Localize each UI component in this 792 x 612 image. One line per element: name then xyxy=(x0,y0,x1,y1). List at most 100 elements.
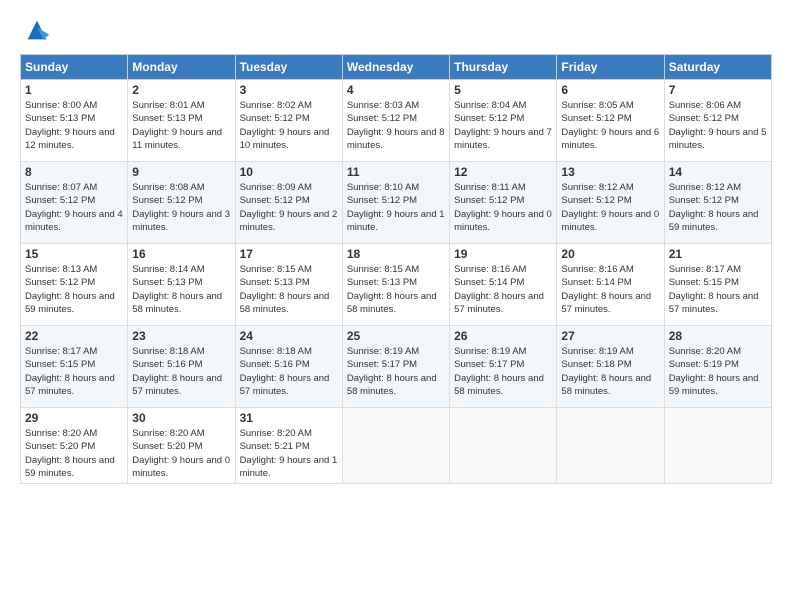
daylight-text: Daylight: 8 hours and 58 minutes. xyxy=(132,290,230,317)
day-number: 19 xyxy=(454,247,552,261)
day-info: Sunrise: 8:16 AM Sunset: 5:14 PM Dayligh… xyxy=(561,263,659,316)
sunset-text: Sunset: 5:17 PM xyxy=(454,358,552,371)
day-number: 3 xyxy=(240,83,338,97)
day-info: Sunrise: 8:18 AM Sunset: 5:16 PM Dayligh… xyxy=(240,345,338,398)
sunset-text: Sunset: 5:16 PM xyxy=(132,358,230,371)
sunrise-text: Sunrise: 8:18 AM xyxy=(132,345,230,358)
day-info: Sunrise: 8:18 AM Sunset: 5:16 PM Dayligh… xyxy=(132,345,230,398)
day-info: Sunrise: 8:19 AM Sunset: 5:18 PM Dayligh… xyxy=(561,345,659,398)
day-info: Sunrise: 8:14 AM Sunset: 5:13 PM Dayligh… xyxy=(132,263,230,316)
day-info: Sunrise: 8:07 AM Sunset: 5:12 PM Dayligh… xyxy=(25,181,123,234)
day-number: 14 xyxy=(669,165,767,179)
day-info: Sunrise: 8:01 AM Sunset: 5:13 PM Dayligh… xyxy=(132,99,230,152)
day-number: 1 xyxy=(25,83,123,97)
sunrise-text: Sunrise: 8:20 AM xyxy=(25,427,123,440)
day-info: Sunrise: 8:12 AM Sunset: 5:12 PM Dayligh… xyxy=(561,181,659,234)
daylight-text: Daylight: 9 hours and 0 minutes. xyxy=(561,208,659,235)
calendar-cell: 13 Sunrise: 8:12 AM Sunset: 5:12 PM Dayl… xyxy=(557,162,664,244)
day-info: Sunrise: 8:15 AM Sunset: 5:13 PM Dayligh… xyxy=(347,263,445,316)
calendar-week-3: 15 Sunrise: 8:13 AM Sunset: 5:12 PM Dayl… xyxy=(21,244,772,326)
sunrise-text: Sunrise: 8:12 AM xyxy=(669,181,767,194)
calendar-cell: 9 Sunrise: 8:08 AM Sunset: 5:12 PM Dayli… xyxy=(128,162,235,244)
sunset-text: Sunset: 5:12 PM xyxy=(561,194,659,207)
day-info: Sunrise: 8:17 AM Sunset: 5:15 PM Dayligh… xyxy=(25,345,123,398)
daylight-text: Daylight: 8 hours and 57 minutes. xyxy=(25,372,123,399)
calendar-cell: 10 Sunrise: 8:09 AM Sunset: 5:12 PM Dayl… xyxy=(235,162,342,244)
sunrise-text: Sunrise: 8:15 AM xyxy=(347,263,445,276)
day-info: Sunrise: 8:15 AM Sunset: 5:13 PM Dayligh… xyxy=(240,263,338,316)
daylight-text: Daylight: 9 hours and 1 minute. xyxy=(347,208,445,235)
sunrise-text: Sunrise: 8:08 AM xyxy=(132,181,230,194)
calendar-cell: 17 Sunrise: 8:15 AM Sunset: 5:13 PM Dayl… xyxy=(235,244,342,326)
calendar-cell: 1 Sunrise: 8:00 AM Sunset: 5:13 PM Dayli… xyxy=(21,80,128,162)
day-info: Sunrise: 8:19 AM Sunset: 5:17 PM Dayligh… xyxy=(347,345,445,398)
daylight-text: Daylight: 9 hours and 3 minutes. xyxy=(132,208,230,235)
sunset-text: Sunset: 5:16 PM xyxy=(240,358,338,371)
sunset-text: Sunset: 5:19 PM xyxy=(669,358,767,371)
sunrise-text: Sunrise: 8:00 AM xyxy=(25,99,123,112)
sunrise-text: Sunrise: 8:14 AM xyxy=(132,263,230,276)
daylight-text: Daylight: 9 hours and 6 minutes. xyxy=(561,126,659,153)
daylight-text: Daylight: 8 hours and 57 minutes. xyxy=(669,290,767,317)
day-info: Sunrise: 8:10 AM Sunset: 5:12 PM Dayligh… xyxy=(347,181,445,234)
day-number: 2 xyxy=(132,83,230,97)
sunrise-text: Sunrise: 8:05 AM xyxy=(561,99,659,112)
daylight-text: Daylight: 8 hours and 58 minutes. xyxy=(240,290,338,317)
header xyxy=(20,16,772,44)
sunset-text: Sunset: 5:20 PM xyxy=(132,440,230,453)
day-number: 27 xyxy=(561,329,659,343)
day-number: 21 xyxy=(669,247,767,261)
daylight-text: Daylight: 8 hours and 57 minutes. xyxy=(454,290,552,317)
calendar-cell: 28 Sunrise: 8:20 AM Sunset: 5:19 PM Dayl… xyxy=(664,326,771,408)
sunrise-text: Sunrise: 8:16 AM xyxy=(561,263,659,276)
daylight-text: Daylight: 8 hours and 58 minutes. xyxy=(454,372,552,399)
calendar-cell: 27 Sunrise: 8:19 AM Sunset: 5:18 PM Dayl… xyxy=(557,326,664,408)
calendar-cell: 4 Sunrise: 8:03 AM Sunset: 5:12 PM Dayli… xyxy=(342,80,449,162)
calendar-cell: 3 Sunrise: 8:02 AM Sunset: 5:12 PM Dayli… xyxy=(235,80,342,162)
sunset-text: Sunset: 5:15 PM xyxy=(669,276,767,289)
calendar-cell: 30 Sunrise: 8:20 AM Sunset: 5:20 PM Dayl… xyxy=(128,408,235,484)
day-number: 16 xyxy=(132,247,230,261)
daylight-text: Daylight: 8 hours and 58 minutes. xyxy=(561,372,659,399)
day-info: Sunrise: 8:20 AM Sunset: 5:20 PM Dayligh… xyxy=(132,427,230,480)
day-info: Sunrise: 8:09 AM Sunset: 5:12 PM Dayligh… xyxy=(240,181,338,234)
sunset-text: Sunset: 5:13 PM xyxy=(240,276,338,289)
calendar-cell: 14 Sunrise: 8:12 AM Sunset: 5:12 PM Dayl… xyxy=(664,162,771,244)
daylight-text: Daylight: 8 hours and 59 minutes. xyxy=(669,372,767,399)
day-number: 25 xyxy=(347,329,445,343)
sunset-text: Sunset: 5:12 PM xyxy=(347,194,445,207)
day-info: Sunrise: 8:20 AM Sunset: 5:20 PM Dayligh… xyxy=(25,427,123,480)
sunset-text: Sunset: 5:13 PM xyxy=(132,112,230,125)
weekday-header-monday: Monday xyxy=(128,55,235,80)
day-number: 24 xyxy=(240,329,338,343)
logo-icon xyxy=(23,16,51,44)
day-info: Sunrise: 8:06 AM Sunset: 5:12 PM Dayligh… xyxy=(669,99,767,152)
calendar-week-1: 1 Sunrise: 8:00 AM Sunset: 5:13 PM Dayli… xyxy=(21,80,772,162)
daylight-text: Daylight: 8 hours and 59 minutes. xyxy=(669,208,767,235)
day-info: Sunrise: 8:17 AM Sunset: 5:15 PM Dayligh… xyxy=(669,263,767,316)
weekday-header-wednesday: Wednesday xyxy=(342,55,449,80)
weekday-header-saturday: Saturday xyxy=(664,55,771,80)
daylight-text: Daylight: 8 hours and 57 minutes. xyxy=(561,290,659,317)
day-number: 10 xyxy=(240,165,338,179)
calendar-cell: 11 Sunrise: 8:10 AM Sunset: 5:12 PM Dayl… xyxy=(342,162,449,244)
day-number: 30 xyxy=(132,411,230,425)
sunset-text: Sunset: 5:13 PM xyxy=(25,112,123,125)
sunrise-text: Sunrise: 8:12 AM xyxy=(561,181,659,194)
weekday-header-row: SundayMondayTuesdayWednesdayThursdayFrid… xyxy=(21,55,772,80)
day-info: Sunrise: 8:13 AM Sunset: 5:12 PM Dayligh… xyxy=(25,263,123,316)
day-number: 12 xyxy=(454,165,552,179)
daylight-text: Daylight: 9 hours and 10 minutes. xyxy=(240,126,338,153)
day-info: Sunrise: 8:16 AM Sunset: 5:14 PM Dayligh… xyxy=(454,263,552,316)
calendar-cell xyxy=(450,408,557,484)
day-info: Sunrise: 8:02 AM Sunset: 5:12 PM Dayligh… xyxy=(240,99,338,152)
sunrise-text: Sunrise: 8:06 AM xyxy=(669,99,767,112)
sunrise-text: Sunrise: 8:15 AM xyxy=(240,263,338,276)
calendar-week-5: 29 Sunrise: 8:20 AM Sunset: 5:20 PM Dayl… xyxy=(21,408,772,484)
calendar-cell: 6 Sunrise: 8:05 AM Sunset: 5:12 PM Dayli… xyxy=(557,80,664,162)
sunrise-text: Sunrise: 8:03 AM xyxy=(347,99,445,112)
day-info: Sunrise: 8:05 AM Sunset: 5:12 PM Dayligh… xyxy=(561,99,659,152)
calendar-cell: 12 Sunrise: 8:11 AM Sunset: 5:12 PM Dayl… xyxy=(450,162,557,244)
calendar-cell: 19 Sunrise: 8:16 AM Sunset: 5:14 PM Dayl… xyxy=(450,244,557,326)
calendar-cell: 26 Sunrise: 8:19 AM Sunset: 5:17 PM Dayl… xyxy=(450,326,557,408)
